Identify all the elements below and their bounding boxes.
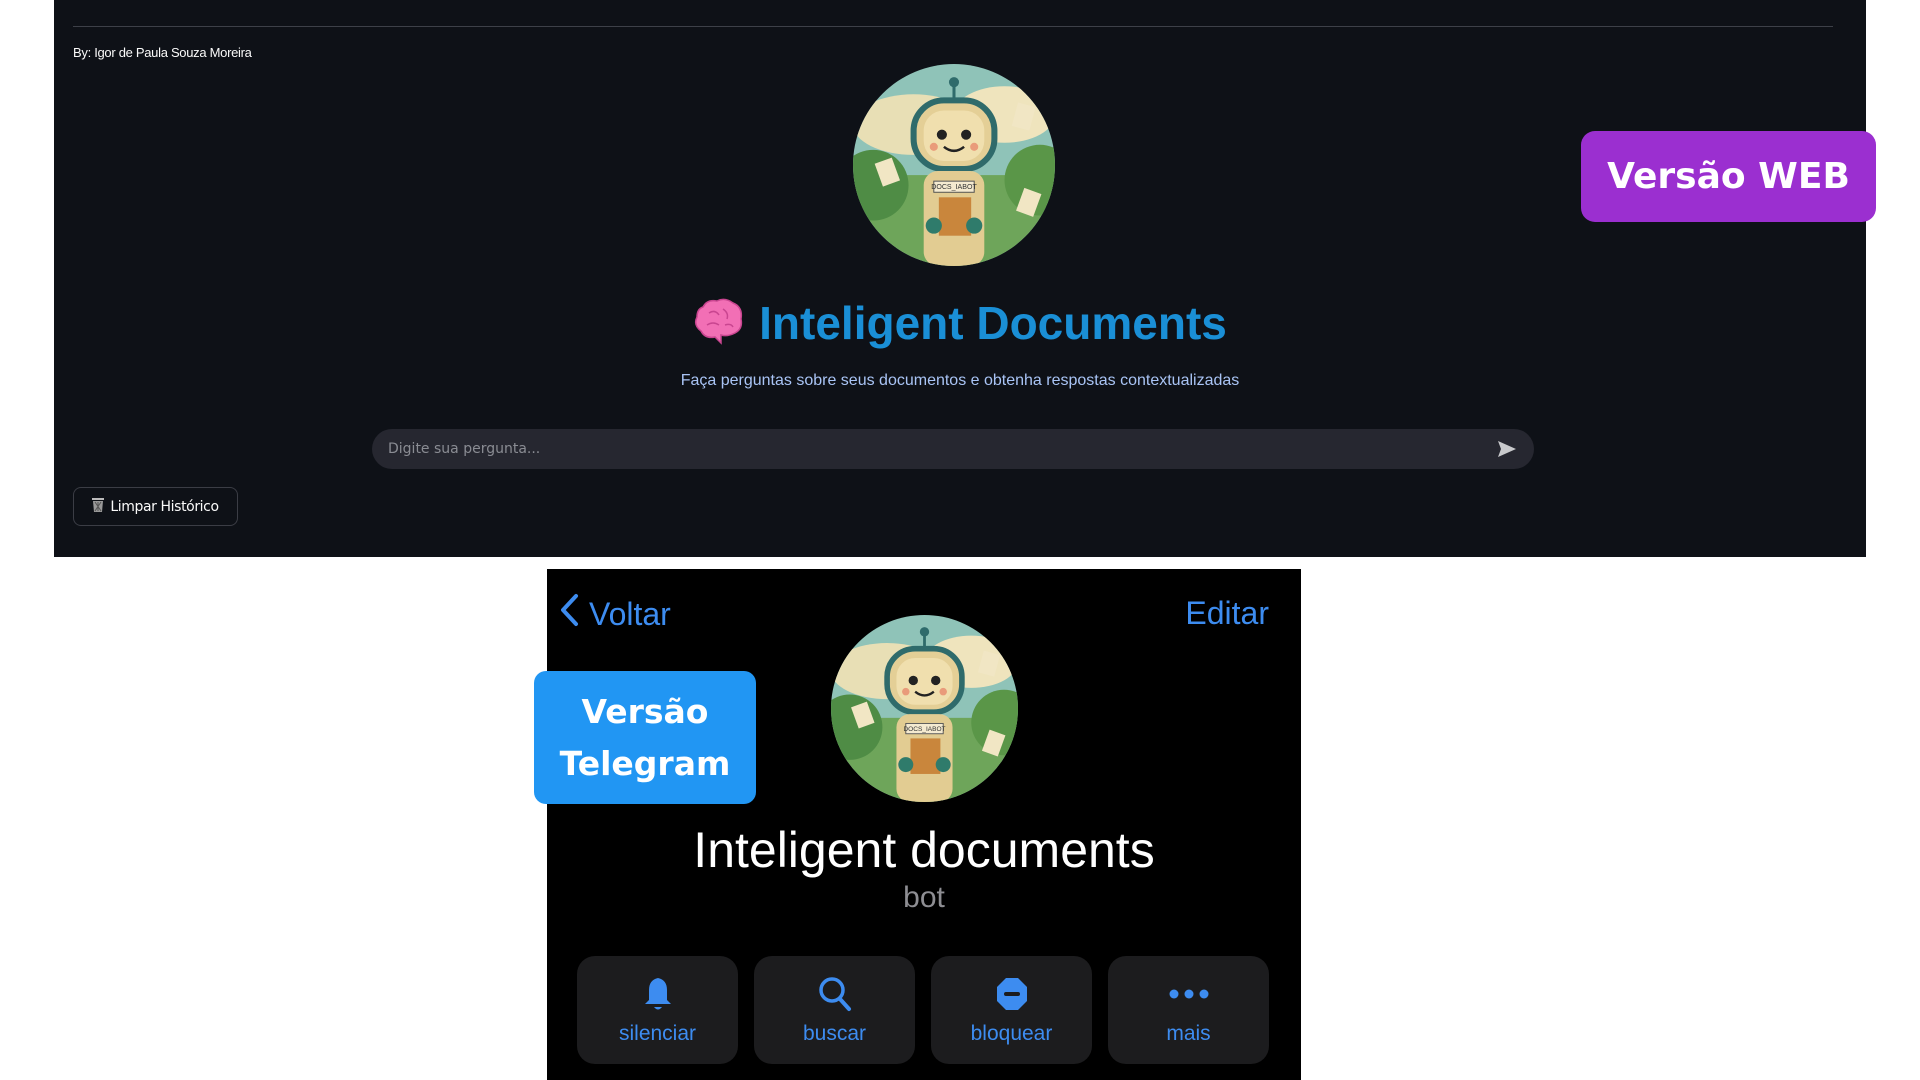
back-button[interactable]: Voltar [559, 593, 671, 635]
web-version-badge: Versão WEB [1581, 131, 1876, 222]
bot-subtitle: bot [903, 881, 945, 914]
block-icon [996, 974, 1028, 1014]
mute-label: silenciar [618, 1022, 697, 1045]
clear-history-label: Limpar Histórico [110, 498, 219, 515]
telegram-badge-line1: Versão [581, 691, 709, 731]
title-text: Inteligent Documents [759, 297, 1227, 349]
search-label: buscar [802, 1022, 867, 1045]
question-input[interactable] [388, 441, 1496, 457]
send-icon[interactable] [1496, 438, 1518, 460]
web-version-panel: By: Igor de Paula Souza Moreira DOCS_IAB… [54, 0, 1866, 557]
brain-icon [693, 297, 745, 345]
telegram-version-panel: Voltar Editar DOCS_IABOT Inteligent docu… [547, 569, 1301, 1080]
wastebasket-icon [92, 497, 105, 516]
more-label: mais [1166, 1022, 1211, 1045]
telegram-badge-line2: Telegram [559, 743, 731, 783]
bot-name: Inteligent documents [693, 822, 1155, 878]
author-byline: By: Igor de Paula Souza Moreira [73, 45, 252, 60]
edit-button[interactable]: Editar [1185, 595, 1269, 632]
question-input-bar [372, 429, 1534, 469]
search-button[interactable]: buscar [754, 956, 915, 1064]
search-icon [818, 974, 852, 1014]
page-title: Inteligent Documents [54, 296, 1866, 350]
bot-avatar: DOCS_IABOT [831, 615, 1018, 802]
clear-history-button[interactable]: Limpar Histórico [73, 487, 238, 526]
svg-text:DOCS_IABOT: DOCS_IABOT [903, 726, 945, 733]
bot-avatar: DOCS_IABOT [853, 64, 1055, 266]
block-button[interactable]: bloquear [931, 956, 1092, 1064]
svg-text:DOCS_IABOT: DOCS_IABOT [931, 184, 977, 191]
mute-button[interactable]: silenciar [577, 956, 738, 1064]
divider [73, 26, 1833, 27]
bell-icon [643, 974, 673, 1014]
telegram-version-badge: Versão Telegram [534, 671, 756, 804]
page-subtitle: Faça perguntas sobre seus documentos e o… [680, 372, 1240, 389]
more-icon [1169, 974, 1209, 1014]
block-label: bloquear [970, 1022, 1053, 1045]
more-button[interactable]: mais [1108, 956, 1269, 1064]
action-row: silenciar buscar bloquear mais [577, 956, 1269, 1064]
chevron-left-icon [559, 593, 579, 635]
back-label: Voltar [589, 595, 671, 632]
